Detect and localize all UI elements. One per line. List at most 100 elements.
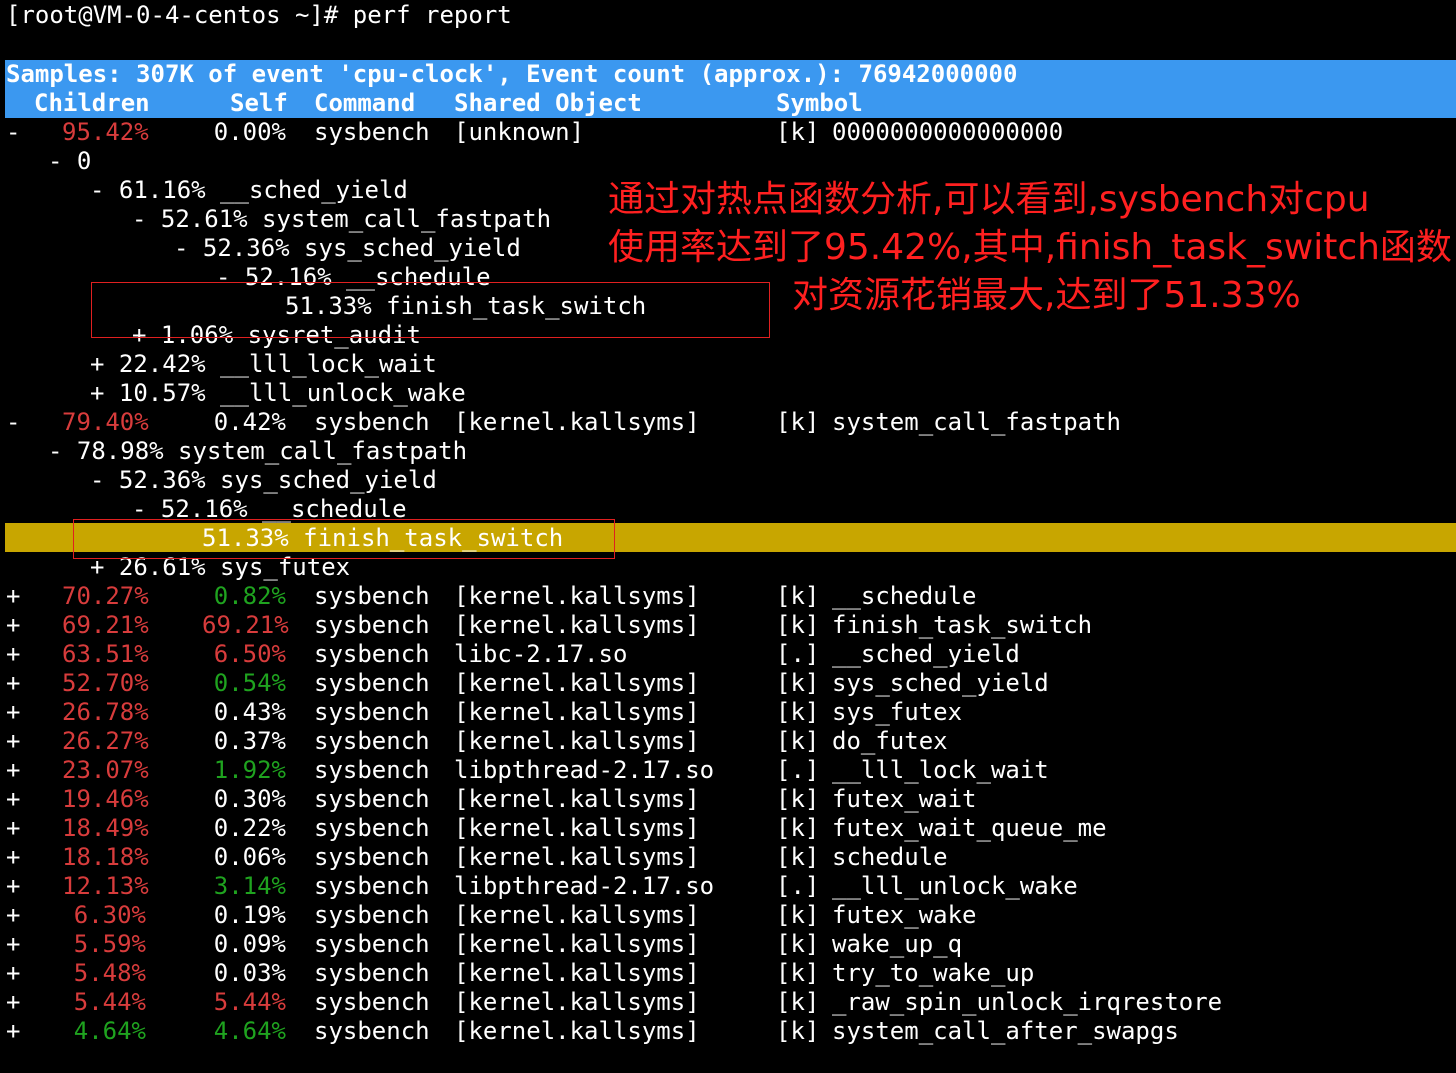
shared-object: [kernel.kallsyms] bbox=[454, 988, 700, 1016]
call-tree-line[interactable]: - 0 bbox=[48, 147, 91, 176]
call-tree-line[interactable]: - 52.36% sys_sched_yield bbox=[90, 466, 437, 495]
column-headers: Children Self Command Shared Object Symb… bbox=[6, 89, 863, 118]
shared-object: [kernel.kallsyms] bbox=[454, 785, 700, 813]
call-tree-line[interactable]: - 52.36% sys_sched_yield bbox=[174, 234, 521, 263]
column-header-children[interactable]: Children bbox=[34, 89, 150, 118]
expand-marker: + bbox=[6, 872, 21, 900]
symbol-name: __lll_unlock_wake bbox=[832, 872, 1078, 900]
symbol-type: [k] bbox=[776, 582, 820, 610]
expand-marker: + bbox=[6, 814, 21, 842]
shared-object: [kernel.kallsyms] bbox=[454, 408, 700, 436]
self-percent: 4.64% bbox=[213, 1017, 286, 1045]
children-percent: 4.64% bbox=[73, 1017, 146, 1045]
symbol-name: sys_futex bbox=[832, 698, 963, 726]
command-name: sysbench bbox=[314, 611, 430, 639]
expand-marker: + bbox=[6, 988, 21, 1016]
symbol-name: 0000000000000000 bbox=[832, 118, 1064, 146]
symbol-type: [k] bbox=[776, 727, 820, 755]
self-percent: 0.09% bbox=[213, 930, 286, 958]
shared-object: [kernel.kallsyms] bbox=[454, 901, 700, 929]
shell-prompt: [root@VM-0-4-centos ~]# perf report bbox=[6, 1, 512, 29]
call-tree-line-selected[interactable]: 51.33% finish_task_switch bbox=[202, 524, 563, 553]
symbol-name: __sched_yield bbox=[832, 640, 1020, 668]
expand-marker: + bbox=[6, 1017, 21, 1045]
expand-marker: + bbox=[6, 785, 21, 813]
symbol-type: [k] bbox=[776, 901, 820, 929]
command-name: sysbench bbox=[314, 901, 430, 929]
expand-marker: - bbox=[6, 118, 21, 146]
expand-marker: + bbox=[6, 959, 21, 987]
self-percent: 0.43% bbox=[213, 698, 286, 726]
symbol-name: futex_wake bbox=[832, 901, 977, 929]
command-name: sysbench bbox=[314, 785, 430, 813]
annotation-line: 通过对热点函数分析,可以看到,sysbench对cpu bbox=[608, 179, 1370, 220]
call-tree-line[interactable]: + 10.57% __lll_unlock_wake bbox=[90, 379, 466, 408]
command-name: sysbench bbox=[314, 814, 430, 842]
symbol-name: futex_wait_queue_me bbox=[832, 814, 1107, 842]
expand-marker: + bbox=[6, 727, 21, 755]
call-tree-line[interactable]: - 52.16% __schedule bbox=[132, 495, 407, 524]
command-name: sysbench bbox=[314, 669, 430, 697]
call-tree-line[interactable]: + 22.42% __lll_lock_wait bbox=[90, 350, 437, 379]
column-header-command[interactable]: Command bbox=[314, 89, 415, 118]
column-header-self[interactable]: Self bbox=[230, 89, 288, 118]
self-percent: 6.50% bbox=[213, 640, 286, 668]
symbol-name: system_call_fastpath bbox=[832, 408, 1121, 436]
command-name: sysbench bbox=[314, 930, 430, 958]
command-name: sysbench bbox=[314, 582, 430, 610]
shared-object: libc-2.17.so bbox=[454, 640, 628, 668]
symbol-name: system_call_after_swapgs bbox=[832, 1017, 1179, 1045]
children-percent: 26.78% bbox=[62, 698, 149, 726]
call-tree-line[interactable]: 51.33% finish_task_switch bbox=[285, 292, 646, 321]
command-name: sysbench bbox=[314, 698, 430, 726]
self-percent: 3.14% bbox=[213, 872, 286, 900]
children-percent: 19.46% bbox=[62, 785, 149, 813]
shared-object: [kernel.kallsyms] bbox=[454, 582, 700, 610]
symbol-type: [k] bbox=[776, 611, 820, 639]
children-percent: 12.13% bbox=[62, 872, 149, 900]
shared-object: libpthread-2.17.so bbox=[454, 872, 715, 900]
command-name: sysbench bbox=[314, 872, 430, 900]
children-percent: 23.07% bbox=[62, 756, 149, 784]
shared-object: [kernel.kallsyms] bbox=[454, 959, 700, 987]
symbol-name: schedule bbox=[832, 843, 948, 871]
command-name: sysbench bbox=[314, 408, 430, 436]
symbol-type: [k] bbox=[776, 814, 820, 842]
shared-object: [kernel.kallsyms] bbox=[454, 669, 700, 697]
annotation-line: 使用率达到了95.42%,其中,finish_task_switch函数 bbox=[608, 227, 1452, 268]
symbol-name: _raw_spin_unlock_irqrestore bbox=[832, 988, 1223, 1016]
children-percent: 63.51% bbox=[62, 640, 149, 668]
self-percent: 0.37% bbox=[213, 727, 286, 755]
call-tree-line[interactable]: - 52.16% __schedule bbox=[216, 263, 491, 292]
symbol-type: [k] bbox=[776, 843, 820, 871]
symbol-type: [k] bbox=[776, 698, 820, 726]
expand-marker: - bbox=[6, 408, 21, 436]
children-percent: 79.40% bbox=[62, 408, 149, 436]
symbol-type: [.] bbox=[776, 640, 820, 668]
shared-object: [kernel.kallsyms] bbox=[454, 698, 700, 726]
self-percent: 0.22% bbox=[213, 814, 286, 842]
symbol-name: do_futex bbox=[832, 727, 948, 755]
self-percent: 0.00% bbox=[213, 118, 286, 146]
call-tree-line[interactable]: - 61.16% __sched_yield bbox=[90, 176, 408, 205]
call-tree-line[interactable]: - 52.61% system_call_fastpath bbox=[132, 205, 551, 234]
expand-marker: + bbox=[6, 756, 21, 784]
command-name: sysbench bbox=[314, 843, 430, 871]
command-name: sysbench bbox=[314, 1017, 430, 1045]
call-tree-line[interactable]: - 78.98% system_call_fastpath bbox=[48, 437, 467, 466]
self-percent: 0.19% bbox=[213, 901, 286, 929]
symbol-type: [k] bbox=[776, 785, 820, 813]
symbol-type: [.] bbox=[776, 756, 820, 784]
call-tree-line[interactable]: + 1.06% sysret_audit bbox=[132, 321, 421, 350]
call-tree-line[interactable]: + 26.61% sys_futex bbox=[90, 553, 350, 582]
self-percent: 0.54% bbox=[213, 669, 286, 697]
self-percent: 0.03% bbox=[213, 959, 286, 987]
self-percent: 69.21% bbox=[202, 611, 289, 639]
self-percent: 0.82% bbox=[213, 582, 286, 610]
column-header-shared-object[interactable]: Shared Object bbox=[454, 89, 642, 118]
symbol-type: [k] bbox=[776, 408, 820, 436]
column-header-symbol[interactable]: Symbol bbox=[776, 89, 863, 118]
children-percent: 5.44% bbox=[73, 988, 146, 1016]
samples-summary: Samples: 307K of event 'cpu-clock', Even… bbox=[6, 60, 1018, 88]
symbol-name: finish_task_switch bbox=[832, 611, 1093, 639]
